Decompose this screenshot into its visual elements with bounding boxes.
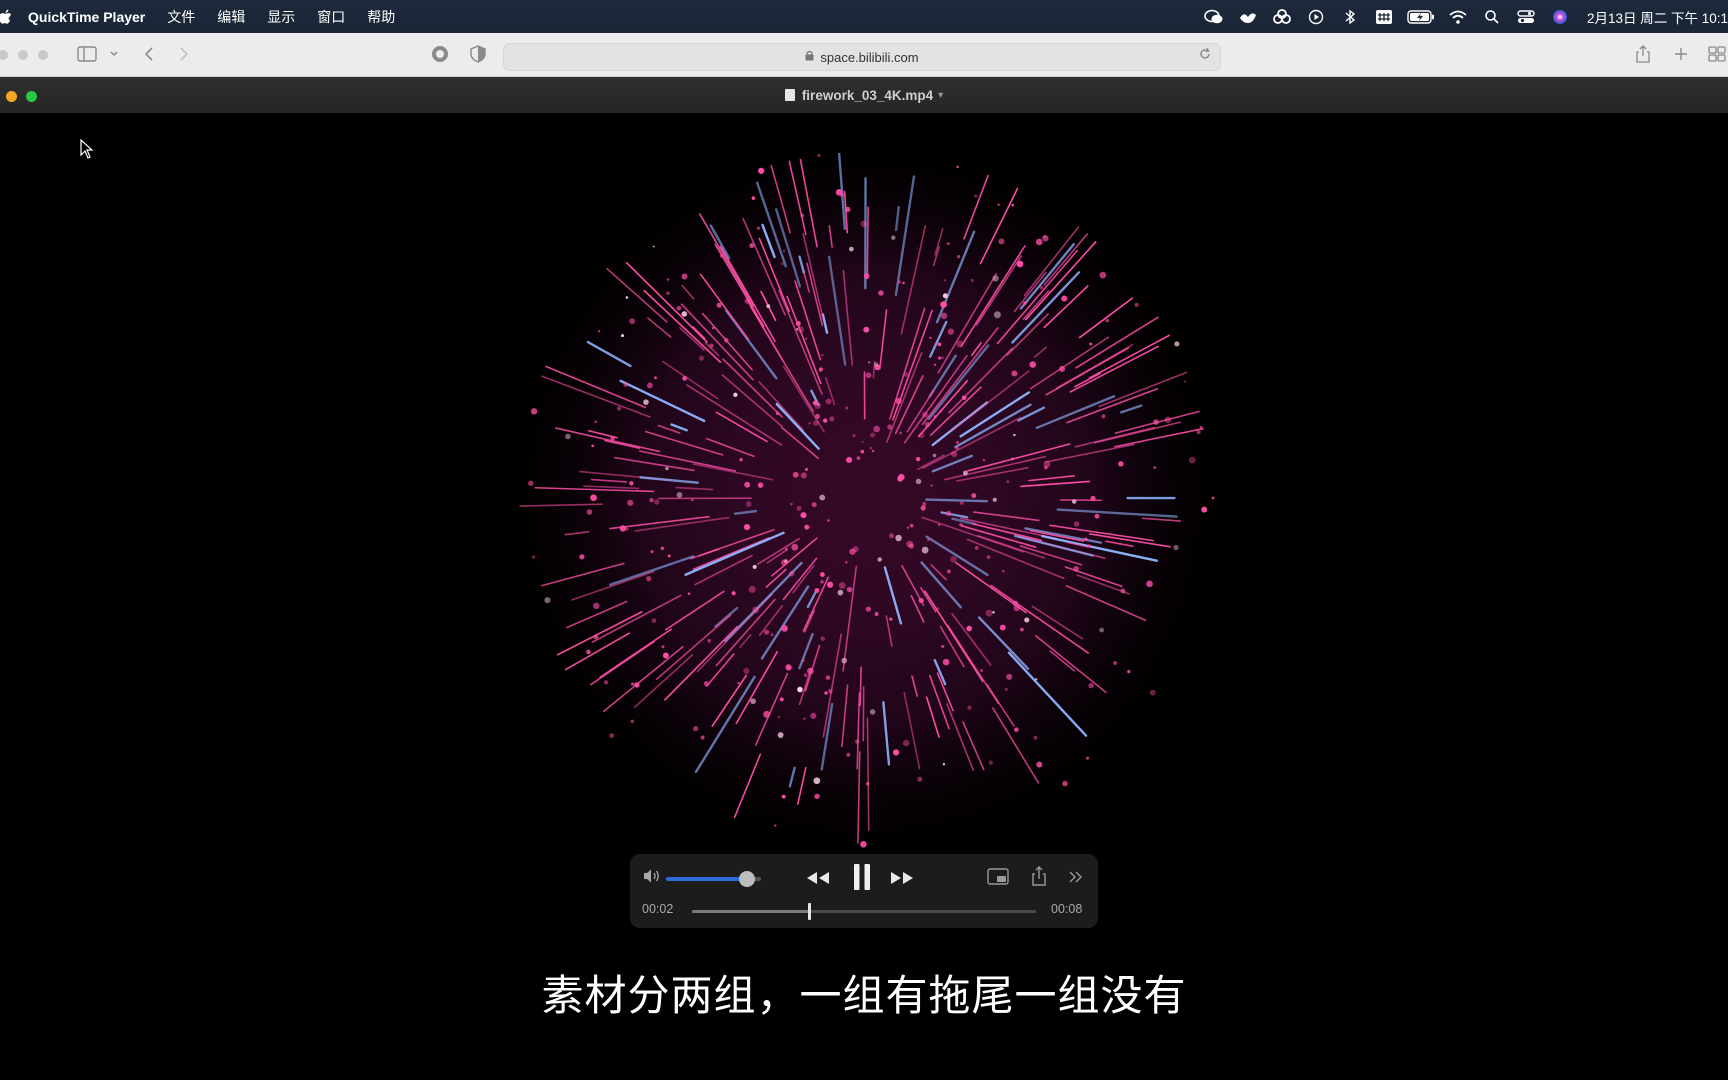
menu-bar: QuickTime Player 文件 编辑 显示 窗口 帮助 2月13日 周二…: [0, 0, 1728, 33]
new-tab-icon[interactable]: [1670, 43, 1692, 65]
timeline-scrubber[interactable]: [692, 903, 1036, 920]
search-icon[interactable]: [1481, 8, 1503, 26]
duration: 00:08: [1051, 902, 1083, 916]
play-circle-icon[interactable]: [1305, 8, 1327, 26]
apple-menu-icon[interactable]: [0, 9, 14, 25]
privacy-shield-icon[interactable]: [467, 43, 489, 65]
wifi-icon[interactable]: [1447, 8, 1469, 26]
menu-file[interactable]: 文件: [167, 7, 195, 27]
timeline-progress: [692, 910, 809, 913]
forward-icon[interactable]: [173, 43, 195, 65]
extension-icon[interactable]: [429, 43, 451, 65]
mouse-cursor: [80, 139, 94, 159]
chevron-down-icon[interactable]: ▾: [938, 90, 943, 101]
minimize-button-inactive[interactable]: [18, 50, 28, 60]
menu-help[interactable]: 帮助: [367, 7, 395, 27]
siri-icon[interactable]: [1549, 8, 1571, 26]
player-titlebar: firework_03_4K.mp4 ▾: [0, 77, 1728, 114]
status-area: 2月13日 周二 下午 10:1: [1203, 0, 1728, 33]
share-icon[interactable]: [1028, 864, 1050, 888]
reload-icon[interactable]: [1198, 47, 1212, 64]
volume-slider-fill: [666, 877, 747, 881]
address-bar[interactable]: space.bilibili.com: [503, 43, 1221, 71]
playback-controls: 00:02 00:08: [630, 854, 1098, 928]
menu-view[interactable]: 显示: [267, 7, 295, 27]
bluetooth-icon[interactable]: [1339, 8, 1361, 26]
app-menu-quicktime[interactable]: QuickTime Player: [28, 9, 145, 25]
safari-toolbar: space.bilibili.com: [0, 33, 1728, 77]
battery-icon[interactable]: [1407, 8, 1435, 26]
menu-window[interactable]: 窗口: [317, 7, 345, 27]
firework-video-frame: [485, 118, 1245, 878]
volume-icon[interactable]: [642, 868, 662, 889]
rewind-button[interactable]: [804, 865, 832, 891]
current-time: 00:02: [642, 902, 674, 916]
share-icon[interactable]: [1632, 43, 1654, 65]
video-area[interactable]: [0, 113, 1728, 1080]
document-icon: [784, 89, 795, 101]
window-title[interactable]: firework_03_4K.mp4 ▾: [0, 77, 1728, 113]
more-options-icon[interactable]: [1066, 866, 1086, 888]
input-method-icon[interactable]: [1373, 8, 1395, 26]
back-icon[interactable]: [138, 43, 160, 65]
control-center-icon[interactable]: [1515, 8, 1537, 26]
tab-overview-icon[interactable]: [1706, 43, 1728, 65]
window-title-text: firework_03_4K.mp4: [801, 87, 934, 103]
zoom-button-inactive[interactable]: [38, 50, 48, 60]
lock-icon: [805, 50, 814, 64]
volume-slider-knob[interactable]: [738, 871, 755, 887]
menubar-clock[interactable]: 2月13日 周二 下午 10:1: [1587, 7, 1728, 27]
volume-slider[interactable]: [666, 871, 761, 887]
menu-edit[interactable]: 编辑: [217, 7, 245, 27]
link-icon[interactable]: [1271, 8, 1293, 26]
picture-in-picture-icon[interactable]: [986, 866, 1010, 888]
fast-forward-button[interactable]: [888, 865, 916, 891]
subtitle-caption: 素材分两组，一组有拖尾一组没有: [541, 972, 1187, 1019]
wechat-icon[interactable]: [1203, 8, 1225, 26]
playhead[interactable]: [807, 903, 811, 920]
bird-icon[interactable]: [1237, 8, 1259, 26]
url-text: space.bilibili.com: [820, 49, 919, 65]
pause-button[interactable]: [850, 862, 874, 892]
sidebar-icon[interactable]: [76, 43, 98, 65]
chevron-down-icon[interactable]: [103, 43, 125, 65]
close-button-inactive[interactable]: [0, 50, 8, 60]
